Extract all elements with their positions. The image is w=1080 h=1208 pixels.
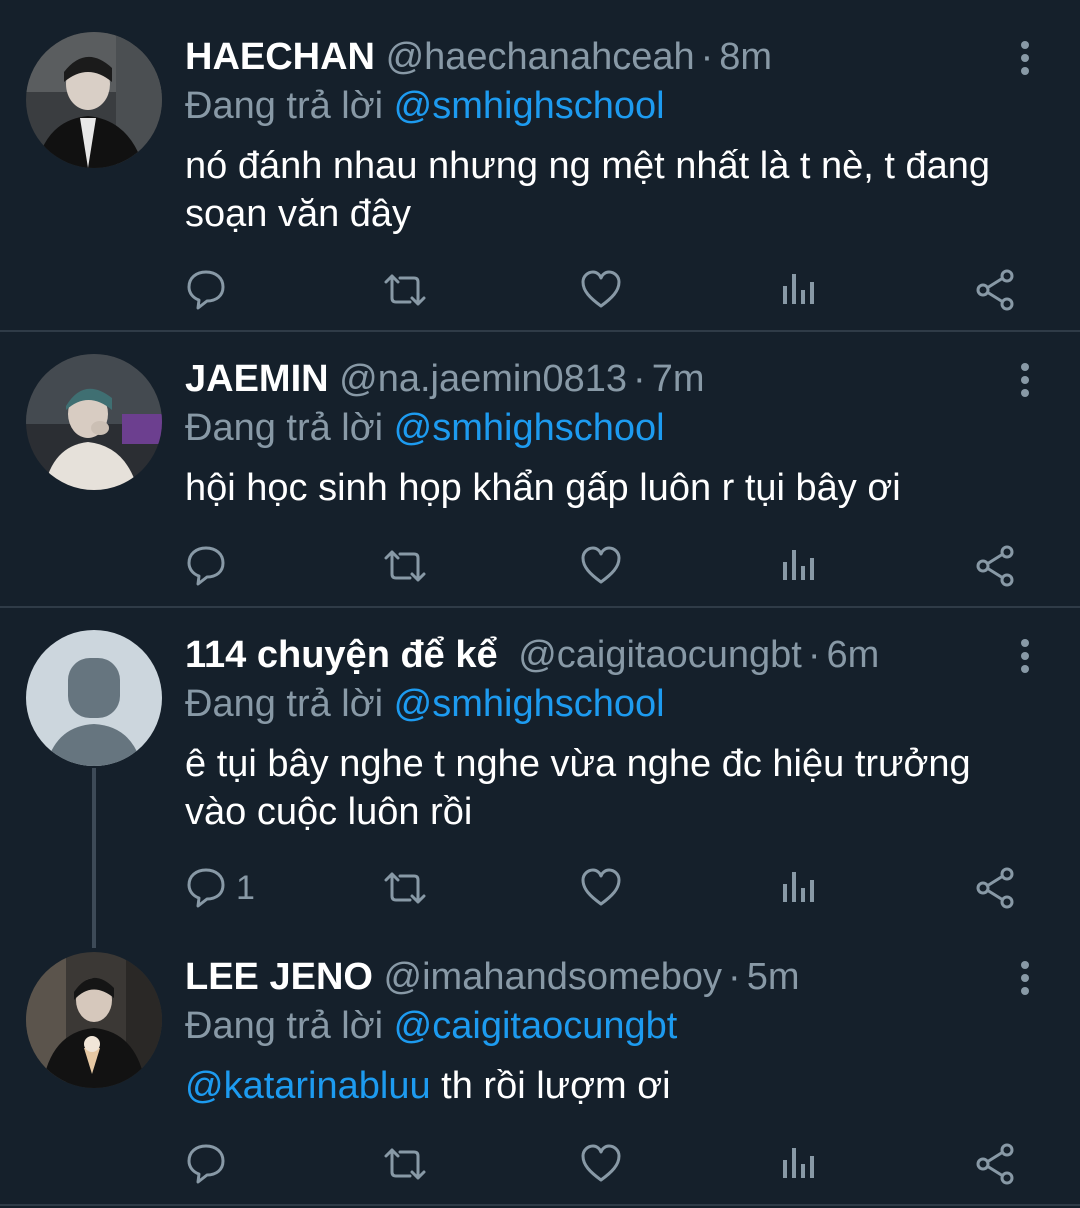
divider: [0, 330, 1080, 332]
display-name[interactable]: JAEMIN: [185, 358, 329, 400]
mention-link[interactable]: @katarinabluu: [185, 1065, 431, 1107]
reply-icon[interactable]: [186, 268, 226, 312]
tweet-header: LEE JENO @imahandsomeboy · 5m: [185, 952, 800, 1002]
avatar[interactable]: [26, 354, 162, 490]
default-avatar-icon[interactable]: [26, 630, 162, 766]
replying-prefix: Đang trả lời: [185, 85, 384, 127]
replying-to: Đang trả lời @caigitaocungbt: [185, 1002, 677, 1050]
tweet-actions: [0, 268, 1080, 312]
tweet-jaemin[interactable]: JAEMIN @na.jaemin0813 · 7m Đang trả lời @s…: [0, 354, 1080, 604]
replying-to-link[interactable]: @smhighschool: [394, 85, 665, 127]
analytics-icon[interactable]: [780, 268, 816, 312]
timestamp[interactable]: 5m: [747, 956, 800, 998]
avatar[interactable]: [26, 32, 162, 168]
reply-icon[interactable]: [186, 1142, 226, 1186]
display-name[interactable]: 114 chuyện để kể: [185, 634, 498, 676]
reply-icon[interactable]: [186, 866, 226, 910]
replying-prefix: Đang trả lời: [185, 407, 384, 449]
retweet-icon[interactable]: [382, 544, 428, 588]
user-handle[interactable]: @caigitaocungbt: [518, 634, 802, 676]
tweet-lee-jeno[interactable]: LEE JENO @imahandsomeboy · 5m Đang trả lời…: [0, 952, 1080, 1192]
tweet-text: hội học sinh họp khẩn gấp luôn r tụi bây…: [185, 464, 1045, 512]
share-icon[interactable]: [974, 866, 1016, 910]
user-handle[interactable]: @imahandsomeboy: [384, 956, 723, 998]
like-icon[interactable]: [580, 268, 622, 312]
retweet-icon[interactable]: [382, 1142, 428, 1186]
replying-to-link[interactable]: @smhighschool: [394, 683, 665, 725]
reply-count: 1: [236, 869, 255, 907]
tweet-haechan[interactable]: HAECHAN @haechanahceah · 8m Đang trả lời @…: [0, 32, 1080, 328]
tweet-actions: 1: [0, 866, 1080, 910]
analytics-icon[interactable]: [780, 866, 816, 910]
display-name[interactable]: HAECHAN: [185, 36, 375, 78]
more-vertical-icon[interactable]: [1010, 636, 1040, 676]
share-icon[interactable]: [974, 1142, 1016, 1186]
share-icon[interactable]: [974, 268, 1016, 312]
tweet-actions: [0, 544, 1080, 588]
like-icon[interactable]: [580, 1142, 622, 1186]
tweet-header: HAECHAN @haechanahceah · 8m: [185, 32, 772, 82]
replying-to: Đang trả lời @smhighschool: [185, 82, 665, 130]
divider: [0, 606, 1080, 608]
timestamp[interactable]: 8m: [719, 36, 772, 78]
tweet-text-line: soạn văn đây: [185, 193, 412, 235]
user-handle[interactable]: @haechanahceah: [386, 36, 695, 78]
tweet-text-line: vào cuộc luôn rồi: [185, 791, 473, 833]
tweet-text-line: ê tụi bây nghe t nghe vừa nghe đc hiệu t…: [185, 743, 971, 785]
tweet-text-rest: th rồi lượm ơi: [430, 1065, 671, 1107]
tweet-text: @katarinabluu th rồi lượm ơi: [185, 1062, 1045, 1110]
replying-prefix: Đang trả lời: [185, 1005, 384, 1047]
reply-icon[interactable]: [186, 544, 226, 588]
separator: ·: [728, 956, 741, 998]
more-vertical-icon[interactable]: [1010, 38, 1040, 78]
like-icon[interactable]: [580, 544, 622, 588]
tweet-header: 114 chuyện để kể @caigitaocungbt · 6m: [185, 630, 879, 680]
separator: ·: [807, 634, 821, 676]
replying-to-link[interactable]: @smhighschool: [394, 407, 665, 449]
tweet-text: ê tụi bây nghe t nghe vừa nghe đc hiệu t…: [185, 740, 1045, 836]
like-icon[interactable]: [580, 866, 622, 910]
divider: [0, 1204, 1080, 1206]
separator: ·: [700, 36, 714, 78]
timestamp[interactable]: 7m: [652, 358, 705, 400]
analytics-icon[interactable]: [780, 1142, 816, 1186]
replying-prefix: Đang trả lời: [185, 683, 384, 725]
retweet-icon[interactable]: [382, 866, 428, 910]
share-icon[interactable]: [974, 544, 1016, 588]
avatar[interactable]: [26, 952, 162, 1088]
tweet-114-chuyen[interactable]: 114 chuyện để kể @caigitaocungbt · 6m Đang…: [0, 630, 1080, 920]
tweet-text-line: hội học sinh họp khẩn gấp luôn r tụi bây…: [185, 467, 901, 509]
display-name[interactable]: LEE JENO: [185, 956, 373, 998]
analytics-icon[interactable]: [780, 544, 816, 588]
separator: ·: [633, 358, 646, 400]
tweet-text-line: nó đánh nhau nhưng ng mệt nhất là t nè, …: [185, 145, 991, 187]
more-vertical-icon[interactable]: [1010, 360, 1040, 400]
tweet-actions: [0, 1142, 1080, 1186]
timestamp[interactable]: 6m: [827, 634, 880, 676]
replying-to: Đang trả lời @smhighschool: [185, 680, 665, 728]
replying-to: Đang trả lời @smhighschool: [185, 404, 665, 452]
retweet-icon[interactable]: [382, 268, 428, 312]
user-handle[interactable]: @na.jaemin0813: [339, 358, 627, 400]
replying-to-link[interactable]: @caigitaocungbt: [394, 1005, 678, 1047]
tweet-header: JAEMIN @na.jaemin0813 · 7m: [185, 354, 704, 404]
more-vertical-icon[interactable]: [1010, 958, 1040, 998]
tweet-text: nó đánh nhau nhưng ng mệt nhất là t nè, …: [185, 142, 1045, 238]
